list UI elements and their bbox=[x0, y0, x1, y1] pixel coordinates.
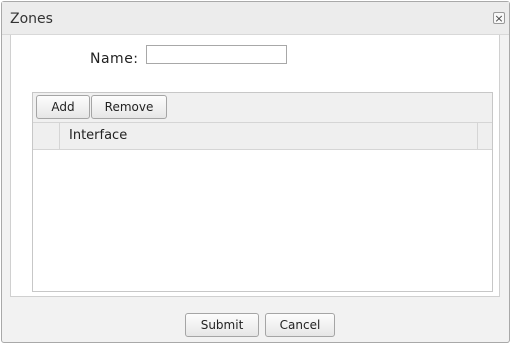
panel-toolbar: Add Remove bbox=[33, 93, 492, 123]
grid-body[interactable] bbox=[33, 150, 492, 291]
name-input[interactable] bbox=[146, 45, 287, 64]
name-label: Name: bbox=[90, 51, 139, 67]
dialog-titlebar: Zones × bbox=[2, 2, 509, 35]
submit-button[interactable]: Submit bbox=[185, 313, 259, 337]
interfaces-panel: Add Remove Interface bbox=[32, 92, 493, 292]
grid-header: Interface bbox=[33, 123, 492, 150]
column-header-interface[interactable]: Interface bbox=[61, 123, 477, 149]
grid-header-select-column[interactable] bbox=[33, 123, 60, 149]
add-button[interactable]: Add bbox=[36, 95, 90, 119]
remove-button[interactable]: Remove bbox=[91, 95, 167, 119]
dialog-title: Zones bbox=[10, 11, 53, 27]
close-icon[interactable]: × bbox=[493, 12, 505, 24]
cancel-button[interactable]: Cancel bbox=[265, 313, 335, 337]
grid-header-end-column bbox=[477, 123, 492, 149]
